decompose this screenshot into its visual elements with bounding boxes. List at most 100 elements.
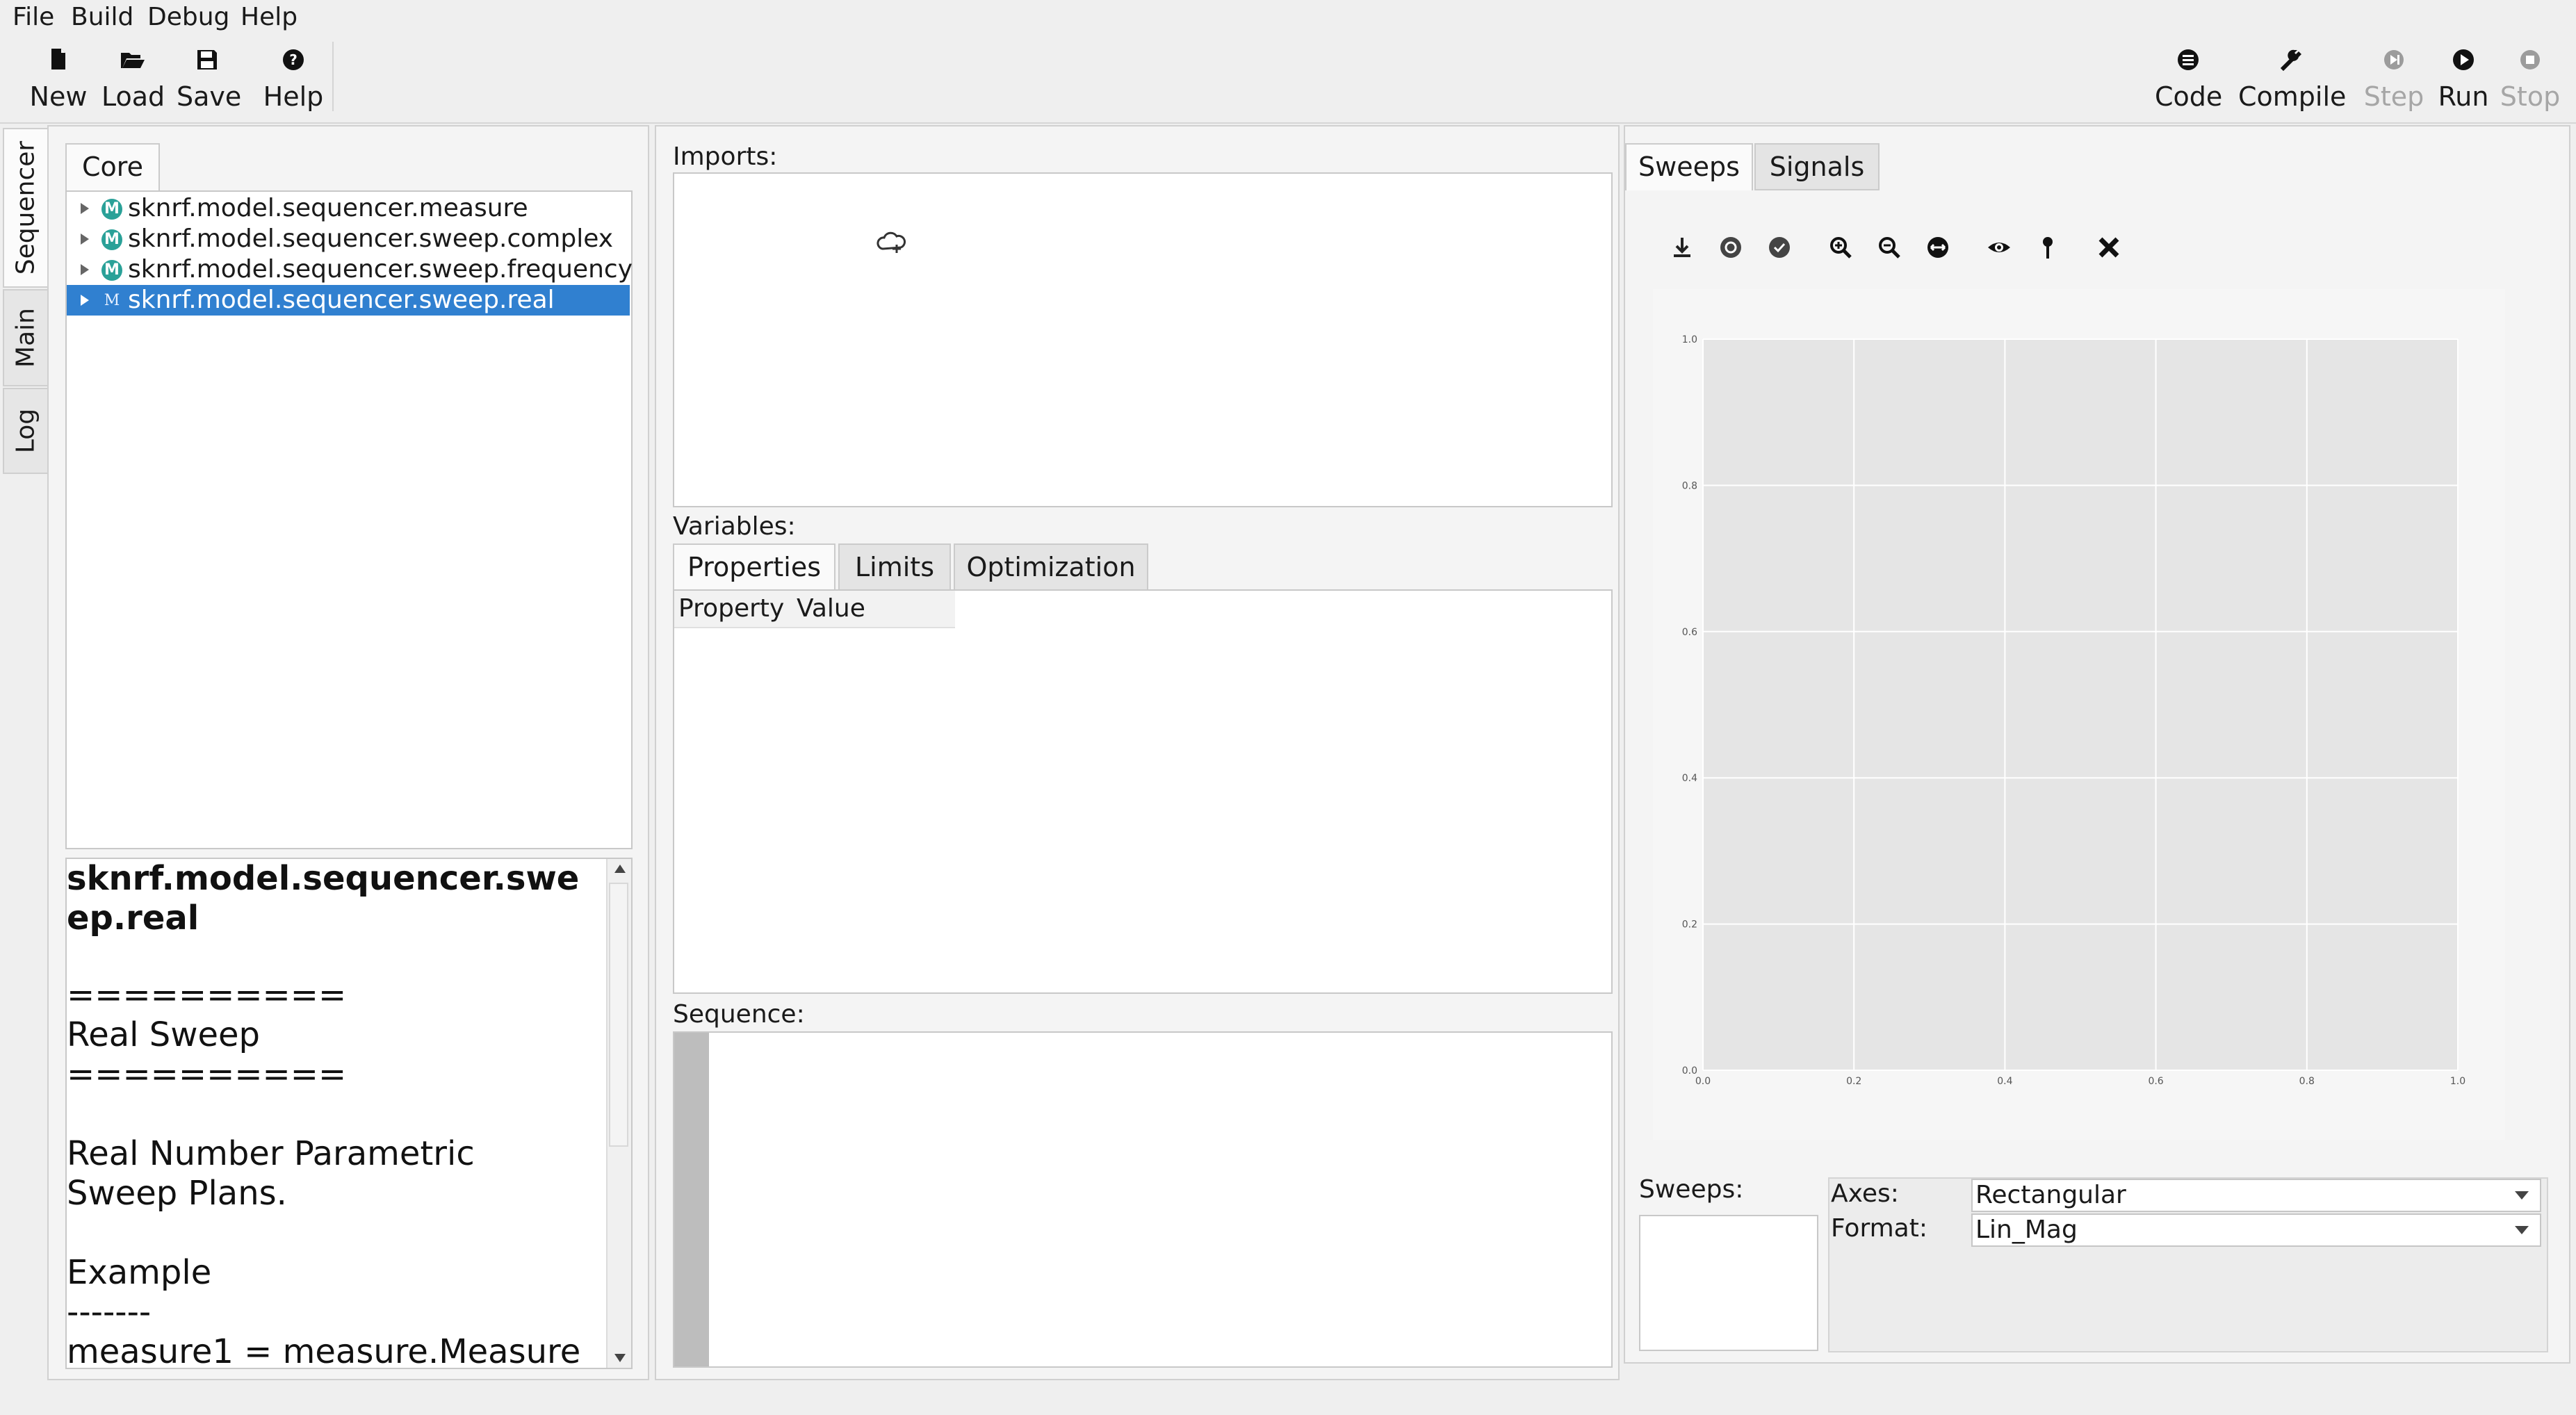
doc-content: sknrf.model.sequencer.sweep.real =======…	[67, 859, 602, 1369]
pin-icon[interactable]	[2032, 232, 2063, 263]
header-value[interactable]: Value	[797, 594, 865, 624]
menu-file[interactable]: File	[13, 1, 54, 33]
properties-table: Property Value	[673, 589, 1613, 994]
x-tick-label: 0.0	[1695, 1076, 1711, 1087]
step-button[interactable]: Step	[2361, 40, 2427, 118]
toolbar-separator	[332, 42, 334, 111]
imports-label: Imports:	[673, 142, 778, 171]
x-tick-label: 0.4	[1997, 1076, 2012, 1087]
tree-item-sweep-frequency[interactable]: M sknrf.model.sequencer.sweep.frequency	[67, 254, 633, 285]
eye-icon[interactable]	[1984, 232, 2014, 263]
tree-item-label: sknrf.model.sequencer.measure	[128, 194, 528, 222]
save-label: Save	[177, 81, 242, 112]
tab-main-label: Main	[11, 308, 40, 368]
step-label: Step	[2363, 81, 2424, 112]
load-button[interactable]: Load	[101, 40, 165, 118]
compile-button[interactable]: Compile	[2238, 40, 2347, 118]
zoom-in-icon[interactable]	[1825, 232, 1856, 263]
reset-icon[interactable]	[1715, 232, 1746, 263]
y-tick-label: 0.4	[1682, 773, 1697, 784]
x-tick-label: 0.8	[2299, 1076, 2315, 1087]
scroll-up-icon[interactable]	[614, 865, 626, 873]
tab-sequencer[interactable]: Sequencer	[3, 128, 47, 288]
toolbar-divider	[0, 122, 2576, 124]
doc-example-code: measure1 = measure.Measure()	[67, 1332, 581, 1369]
code-button[interactable]: Code	[2155, 40, 2222, 118]
module-icon: M	[101, 199, 122, 220]
doc-summary: Real Number Parametric Sweep Plans.	[67, 1134, 485, 1213]
tab-limits[interactable]: Limits	[838, 543, 951, 591]
scroll-down-icon[interactable]	[614, 1354, 626, 1362]
sweeps-label: Sweeps:	[1639, 1175, 1744, 1204]
y-tick-label: 0.2	[1682, 919, 1697, 931]
expand-arrow-icon[interactable]	[81, 295, 89, 306]
download-icon[interactable]	[1667, 232, 1697, 263]
format-label: Format:	[1831, 1214, 1927, 1243]
load-label: Load	[101, 81, 165, 112]
tree-item-label: sknrf.model.sequencer.sweep.frequency	[128, 255, 633, 284]
tab-limits-label: Limits	[855, 552, 934, 582]
tab-properties[interactable]: Properties	[673, 543, 835, 591]
expand-arrow-icon[interactable]	[81, 234, 89, 245]
table-header: Property Value	[674, 591, 955, 628]
expand-arrow-icon[interactable]	[81, 203, 89, 214]
expand-arrow-icon[interactable]	[81, 264, 89, 275]
check-icon[interactable]	[1764, 232, 1795, 263]
menu-debug[interactable]: Debug	[147, 1, 229, 33]
tree-item-measure[interactable]: M sknrf.model.sequencer.measure	[67, 193, 630, 224]
module-icon: M	[101, 260, 122, 281]
line-number-gutter	[674, 1033, 709, 1366]
tree-item-sweep-complex[interactable]: M sknrf.model.sequencer.sweep.complex	[67, 224, 630, 254]
pan-icon[interactable]	[1923, 232, 1953, 263]
plot-toolbar	[1667, 217, 2501, 272]
y-tick-label: 0.8	[1682, 480, 1697, 491]
compile-label: Compile	[2238, 81, 2347, 112]
y-tick-label: 0.6	[1682, 627, 1697, 638]
new-button[interactable]: New	[28, 40, 89, 118]
imports-editor[interactable]	[673, 172, 1613, 507]
chevron-down-icon	[2515, 1191, 2529, 1200]
doc-example-heading: Example	[67, 1253, 212, 1292]
tree-item-label: sknrf.model.sequencer.sweep.real	[128, 286, 555, 314]
tab-sequencer-label: Sequencer	[11, 140, 40, 275]
save-button[interactable]: Save	[177, 40, 242, 118]
help-label: Help	[263, 81, 324, 112]
format-select[interactable]: Lin_Mag	[1971, 1213, 2541, 1247]
axes-label: Axes:	[1831, 1179, 1899, 1208]
tab-main[interactable]: Main	[3, 289, 47, 386]
tab-core-label: Core	[82, 152, 143, 182]
zoom-out-icon[interactable]	[1874, 232, 1905, 263]
doc-rule: ==========	[67, 1055, 347, 1094]
variables-label: Variables:	[673, 512, 796, 541]
chevron-down-icon	[2515, 1226, 2529, 1234]
sweeps-list[interactable]	[1639, 1215, 1818, 1351]
help-button[interactable]: ? Help	[263, 40, 324, 118]
tree-item-sweep-real[interactable]: M sknrf.model.sequencer.sweep.real	[67, 285, 630, 316]
editor-panel: Imports: Variables: Properties Limits Op…	[655, 125, 1620, 1380]
floppy-disk-icon	[197, 50, 217, 69]
run-button[interactable]: Run	[2430, 40, 2497, 118]
tab-optimization[interactable]: Optimization	[954, 543, 1148, 591]
menu-build[interactable]: Build	[71, 1, 133, 33]
x-tick-label: 0.2	[1846, 1076, 1861, 1087]
doc-scrollbar[interactable]	[606, 859, 631, 1368]
header-property[interactable]: Property	[678, 594, 784, 624]
doc-viewer: sknrf.model.sequencer.sweep.real =======…	[65, 858, 633, 1369]
y-tick-label: 0.0	[1682, 1065, 1697, 1077]
tab-signals[interactable]: Signals	[1754, 143, 1880, 190]
menu-help[interactable]: Help	[241, 1, 297, 33]
cursor-icon	[877, 231, 906, 253]
run-label: Run	[2438, 81, 2489, 112]
sequence-editor[interactable]	[673, 1031, 1613, 1368]
format-value: Lin_Mag	[1975, 1216, 2078, 1244]
close-icon[interactable]	[2094, 232, 2124, 263]
axes-select[interactable]: Rectangular	[1971, 1179, 2541, 1212]
stop-icon	[2520, 50, 2540, 69]
sequence-label: Sequence:	[673, 1000, 805, 1029]
tab-log[interactable]: Log	[3, 388, 47, 474]
tab-core[interactable]: Core	[65, 143, 160, 190]
scroll-thumb[interactable]	[609, 883, 628, 1147]
tab-sweeps[interactable]: Sweeps	[1625, 143, 1753, 190]
plot-canvas[interactable]: 0.0 0.2 0.4 0.6 0.8 1.0 0.0 0.2 0.4 0.6 0.8 1.0	[1653, 289, 2505, 1140]
stop-button[interactable]: Stop	[2497, 40, 2563, 118]
